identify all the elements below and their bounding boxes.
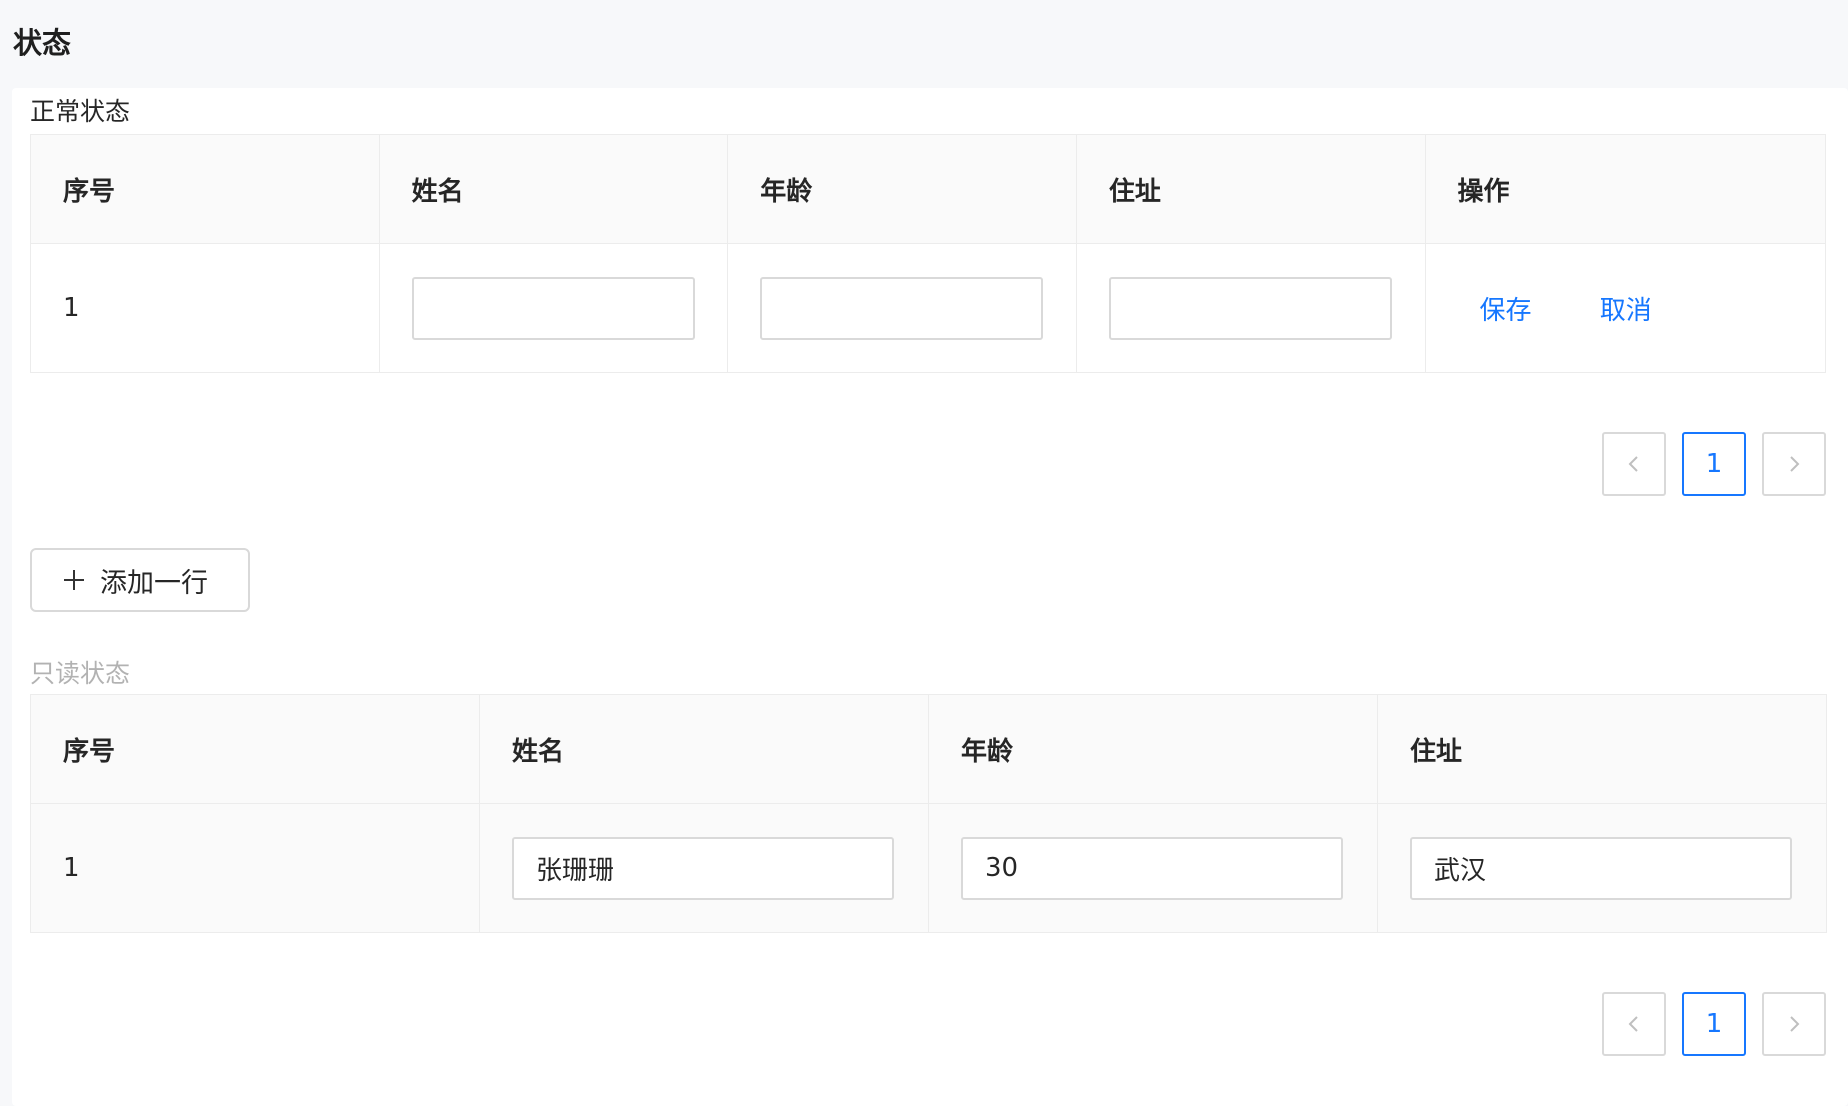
pagination: 1 [1602, 992, 1826, 1056]
table-header-row: 序号 姓名 年龄 住址 [30, 694, 1827, 804]
next-page-button[interactable] [1762, 432, 1826, 496]
column-header-name: 姓名 [479, 694, 929, 804]
table-row: 1 [30, 803, 1827, 933]
page-title: 状态 [13, 26, 72, 60]
add-row-label: 添加一行 [100, 567, 208, 599]
age-cell [727, 243, 1077, 373]
page-number-button[interactable]: 1 [1682, 992, 1746, 1056]
editable-table: 序号 姓名 年龄 住址 操作 1 保存 取消 [30, 134, 1826, 373]
column-header-address: 住址 [1377, 694, 1827, 804]
table-header-row: 序号 姓名 年龄 住址 操作 [30, 134, 1826, 244]
name-field-readonly [512, 836, 894, 900]
address-cell [1075, 243, 1426, 373]
plus-icon [64, 570, 84, 590]
chevron-right-icon [1790, 456, 1800, 472]
column-header-index: 序号 [30, 134, 380, 244]
age-field-readonly [961, 836, 1343, 900]
address-field-readonly [1410, 836, 1792, 900]
save-link[interactable]: 保存 [1480, 290, 1532, 327]
address-input[interactable] [1108, 276, 1392, 340]
next-page-button[interactable] [1762, 992, 1826, 1056]
row-index: 1 [30, 243, 380, 373]
column-header-age: 年龄 [727, 134, 1077, 244]
column-header-index: 序号 [30, 694, 480, 804]
row-index: 1 [30, 803, 480, 933]
address-cell [1377, 803, 1827, 933]
chevron-right-icon [1790, 1016, 1800, 1032]
pagination: 1 [1602, 432, 1826, 496]
column-header-address: 住址 [1075, 134, 1426, 244]
actions-cell: 保存 取消 [1424, 243, 1826, 373]
content-card: 正常状态 序号 姓名 年龄 住址 操作 1 保存 取消 1 添加一行 只读状态 … [12, 88, 1848, 1106]
normal-section-label: 正常状态 [30, 97, 131, 126]
page-number-button[interactable]: 1 [1682, 432, 1746, 496]
add-row-button[interactable]: 添加一行 [30, 548, 250, 612]
table-row: 1 保存 取消 [30, 243, 1826, 373]
prev-page-button[interactable] [1602, 992, 1666, 1056]
age-input[interactable] [760, 276, 1044, 340]
chevron-left-icon [1628, 456, 1638, 472]
name-cell [479, 803, 929, 933]
readonly-section-label: 只读状态 [30, 659, 131, 688]
readonly-table: 序号 姓名 年龄 住址 1 [30, 694, 1827, 933]
name-input[interactable] [411, 276, 695, 340]
column-header-actions: 操作 [1424, 134, 1826, 244]
age-cell [928, 803, 1378, 933]
chevron-left-icon [1628, 1016, 1638, 1032]
prev-page-button[interactable] [1602, 432, 1666, 496]
name-cell [378, 243, 729, 373]
column-header-age: 年龄 [928, 694, 1378, 804]
column-header-name: 姓名 [378, 134, 729, 244]
cancel-link[interactable]: 取消 [1600, 290, 1652, 327]
